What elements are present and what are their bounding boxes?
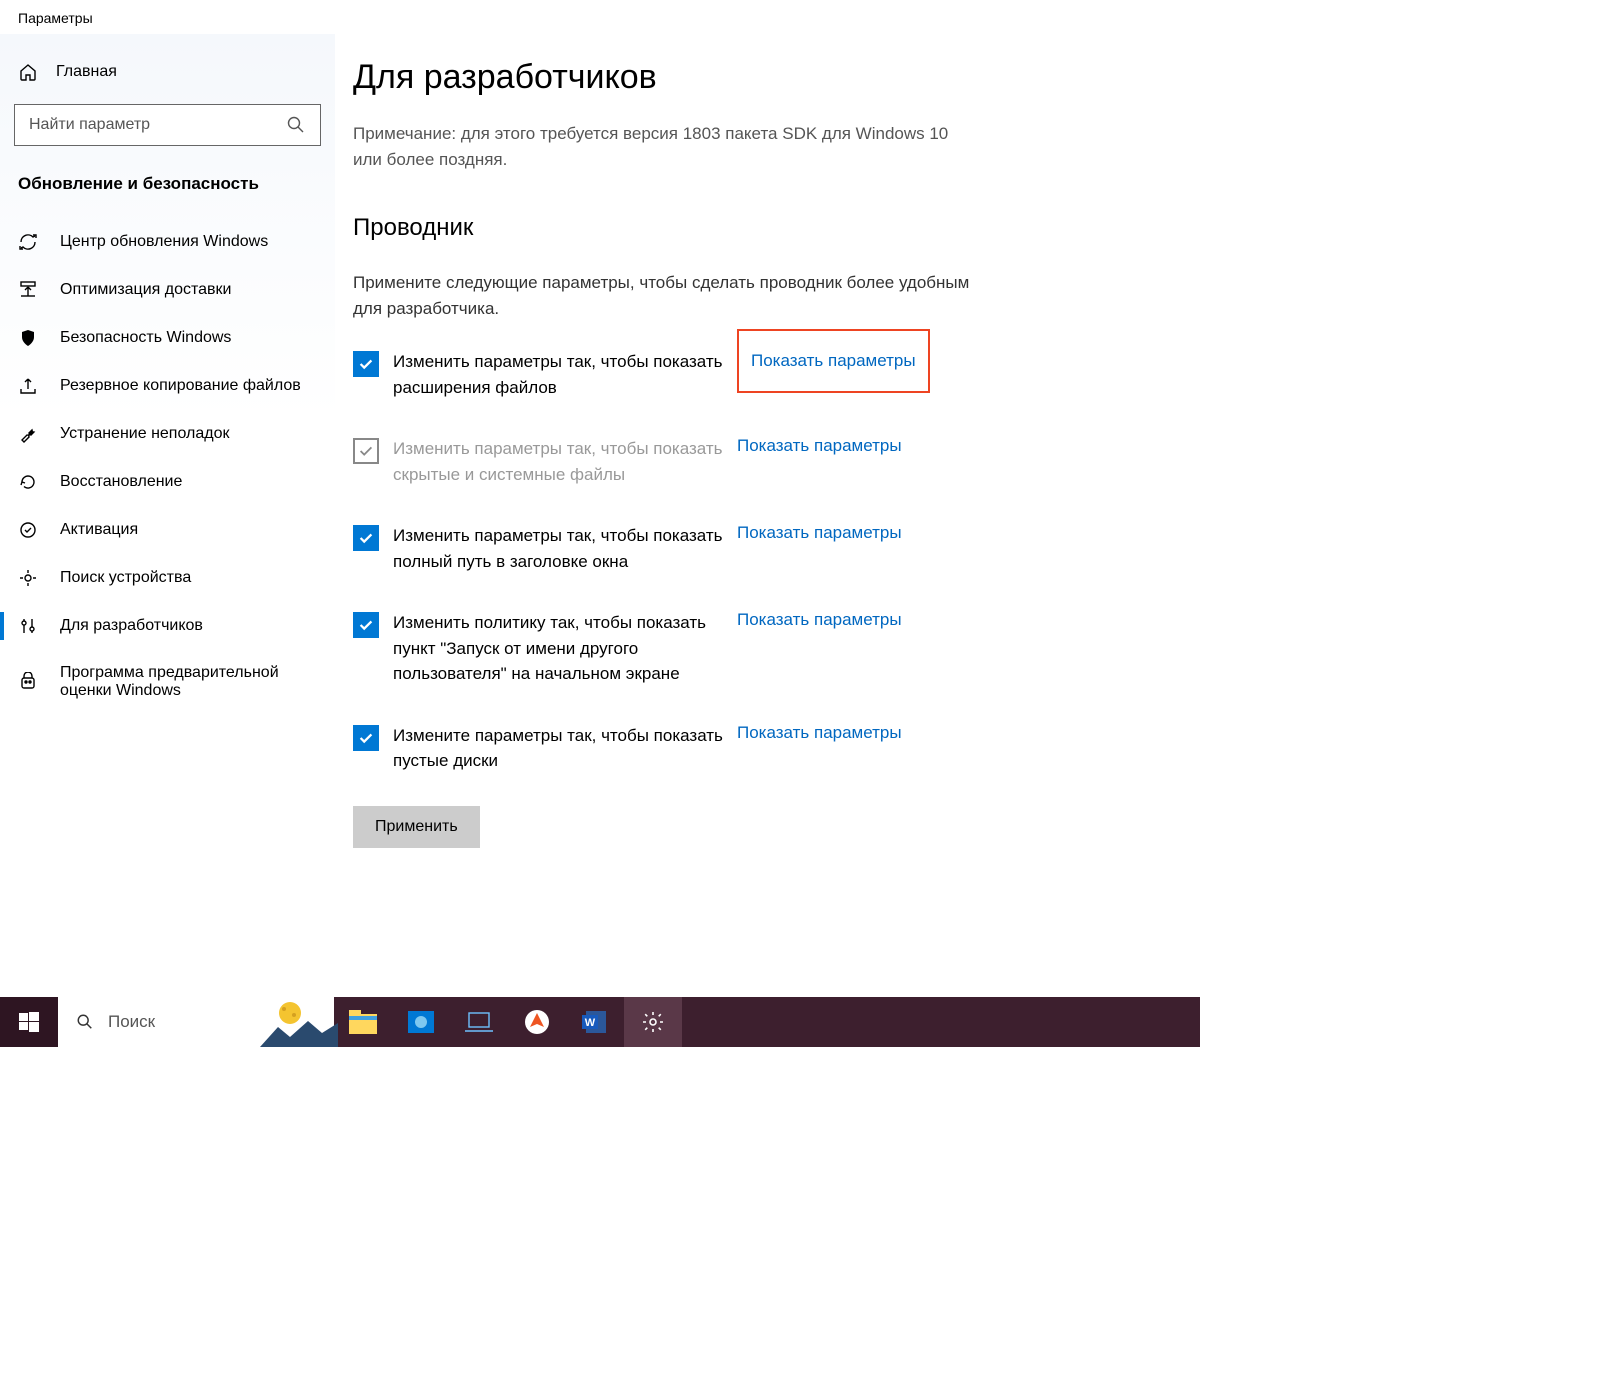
search-input[interactable]: Найти параметр bbox=[14, 104, 321, 146]
sidebar-item-delivery[interactable]: Оптимизация доставки bbox=[0, 266, 335, 314]
checkbox[interactable] bbox=[353, 351, 379, 377]
option-label: Изменить параметры так, чтобы показать п… bbox=[393, 523, 723, 574]
search-placeholder: Найти параметр bbox=[29, 116, 150, 134]
checkbox[interactable] bbox=[353, 438, 379, 464]
developers-icon bbox=[18, 616, 38, 636]
sidebar-item-troubleshoot[interactable]: Устранение неполадок bbox=[0, 410, 335, 458]
sidebar-item-label: Оптимизация доставки bbox=[60, 281, 231, 299]
sidebar-item-label: Программа предварительной оценки Windows bbox=[60, 664, 317, 700]
sidebar-item-update[interactable]: Центр обновления Windows bbox=[0, 218, 335, 266]
option-label: Изменить параметры так, чтобы показать р… bbox=[393, 349, 723, 400]
option-row: Изменить параметры так, чтобы показать с… bbox=[353, 436, 1168, 487]
option-label: Измените параметры так, чтобы показать п… bbox=[393, 723, 723, 774]
sidebar-item-label: Поиск устройства bbox=[60, 569, 191, 587]
insider-icon bbox=[18, 672, 38, 692]
sidebar-item-activation[interactable]: Активация bbox=[0, 506, 335, 554]
apply-button[interactable]: Применить bbox=[353, 806, 480, 848]
update-icon bbox=[18, 232, 38, 252]
taskbar-explorer-icon[interactable] bbox=[334, 997, 392, 1047]
sidebar-item-backup[interactable]: Резервное копирование файлов bbox=[0, 362, 335, 410]
option-row: Изменить политику так, чтобы показать пу… bbox=[353, 610, 1168, 687]
taskbar-browser-icon[interactable] bbox=[508, 997, 566, 1047]
show-settings-link[interactable]: Показать параметры bbox=[737, 436, 902, 456]
sidebar-item-label: Восстановление bbox=[60, 473, 182, 491]
start-button[interactable] bbox=[0, 997, 58, 1047]
show-settings-link[interactable]: Показать параметры bbox=[737, 723, 902, 743]
option-label: Изменить параметры так, чтобы показать с… bbox=[393, 436, 723, 487]
recovery-icon bbox=[18, 472, 38, 492]
svg-text:W: W bbox=[585, 1017, 596, 1029]
sidebar: Главная Найти параметр Обновление и безо… bbox=[0, 34, 335, 997]
page-title: Для разработчиков bbox=[353, 58, 1168, 97]
taskbar-search[interactable]: Поиск bbox=[58, 997, 334, 1047]
show-settings-link[interactable]: Показать параметры bbox=[737, 610, 902, 630]
sidebar-item-label: Резервное копирование файлов bbox=[60, 377, 301, 395]
troubleshoot-icon bbox=[18, 424, 38, 444]
search-icon bbox=[286, 115, 306, 135]
sidebar-item-insider[interactable]: Программа предварительной оценки Windows bbox=[0, 650, 335, 714]
show-settings-link[interactable]: Показать параметры bbox=[737, 329, 930, 393]
home-button[interactable]: Главная bbox=[0, 34, 335, 104]
sidebar-item-recovery[interactable]: Восстановление bbox=[0, 458, 335, 506]
taskbar-laptop-icon[interactable] bbox=[450, 997, 508, 1047]
taskbar-settings-icon[interactable] bbox=[624, 997, 682, 1047]
window-title: Параметры bbox=[0, 0, 1200, 34]
sidebar-item-security[interactable]: Безопасность Windows bbox=[0, 314, 335, 362]
main-content: Для разработчиков Примечание: для этого … bbox=[335, 34, 1200, 997]
option-row: Изменить параметры так, чтобы показать п… bbox=[353, 523, 1168, 574]
home-icon bbox=[18, 62, 38, 82]
checkbox[interactable] bbox=[353, 612, 379, 638]
option-row: Измените параметры так, чтобы показать п… bbox=[353, 723, 1168, 774]
section-title: Обновление и безопасность bbox=[0, 174, 335, 218]
sidebar-item-label: Для разработчиков bbox=[60, 617, 203, 635]
page-note: Примечание: для этого требуется версия 1… bbox=[353, 121, 973, 172]
section-description: Примените следующие параметры, чтобы сде… bbox=[353, 270, 973, 321]
taskbar-decoration bbox=[260, 999, 338, 1047]
sidebar-item-label: Безопасность Windows bbox=[60, 329, 231, 347]
option-row: Изменить параметры так, чтобы показать р… bbox=[353, 349, 1168, 400]
taskbar-search-placeholder: Поиск bbox=[108, 1012, 155, 1032]
sidebar-item-findmydevice[interactable]: Поиск устройства bbox=[0, 554, 335, 602]
activation-icon bbox=[18, 520, 38, 540]
findmydevice-icon bbox=[18, 568, 38, 588]
sidebar-item-developers[interactable]: Для разработчиков bbox=[0, 602, 335, 650]
section-heading: Проводник bbox=[353, 214, 1168, 242]
checkbox[interactable] bbox=[353, 725, 379, 751]
taskbar: Поиск W bbox=[0, 997, 1200, 1047]
option-label: Изменить политику так, чтобы показать пу… bbox=[393, 610, 723, 687]
taskbar-app-icon[interactable] bbox=[392, 997, 450, 1047]
checkbox[interactable] bbox=[353, 525, 379, 551]
backup-icon bbox=[18, 376, 38, 396]
sidebar-item-label: Центр обновления Windows bbox=[60, 233, 268, 251]
show-settings-link[interactable]: Показать параметры bbox=[737, 523, 902, 543]
sidebar-item-label: Активация bbox=[60, 521, 138, 539]
sidebar-item-label: Устранение неполадок bbox=[60, 425, 229, 443]
delivery-icon bbox=[18, 280, 38, 300]
search-icon bbox=[76, 1013, 94, 1031]
security-icon bbox=[18, 328, 38, 348]
taskbar-word-icon[interactable]: W bbox=[566, 997, 624, 1047]
home-label: Главная bbox=[56, 63, 117, 81]
